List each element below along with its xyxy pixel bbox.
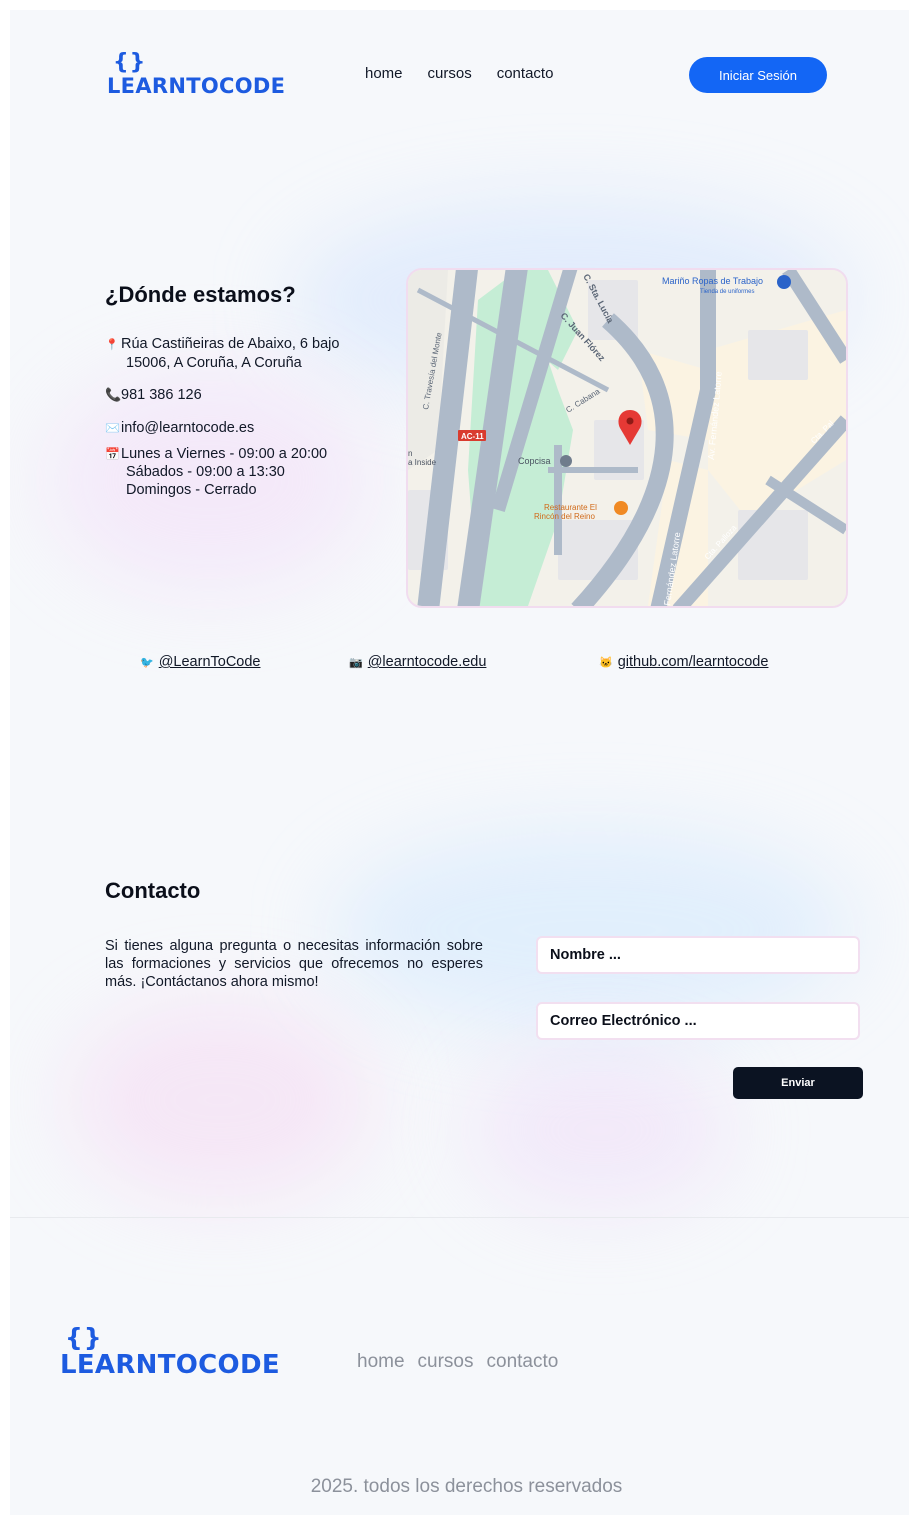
phone-icon: 📞: [105, 387, 122, 402]
pin-icon: 📍: [105, 339, 119, 351]
location-title: ¿Dónde estamos?: [105, 282, 296, 307]
name-field[interactable]: [536, 936, 860, 974]
email-field[interactable]: [536, 1002, 860, 1040]
map-canvas[interactable]: Mariño Ropas de Trabajo Tienda de unifor…: [408, 270, 846, 606]
map-label-copcisa: Copcisa: [518, 456, 551, 466]
social-twitter-label: @LearnToCode: [158, 654, 261, 670]
map-building: [748, 330, 808, 380]
hours-saturday: Sábados - 09:00 a 13:30: [126, 464, 285, 480]
send-button[interactable]: Enviar: [733, 1067, 863, 1099]
copyright-text: 2025. todos los derechos reservados: [310, 1476, 623, 1497]
map-label-inside-1: n: [408, 449, 412, 458]
logo-braces-icon: {}: [113, 50, 147, 75]
contact-title: Contacto: [105, 878, 201, 903]
nav-item-contacto[interactable]: contacto: [497, 65, 554, 82]
page: {} LEARNTOCODE home cursos contacto Inic…: [10, 10, 909, 1515]
location-pin-dot: [626, 417, 634, 425]
footer-logo[interactable]: {} LEARNTOCODE: [60, 1325, 280, 1378]
social-github-link[interactable]: 🐱 github.com/learntocode: [599, 654, 768, 670]
hours-weekdays: Lunes a Viernes - 09:00 a 20:00: [121, 446, 328, 462]
restaurant-pin-icon: [614, 501, 628, 515]
social-instagram-link[interactable]: 📷 @learntocode.edu: [349, 654, 486, 670]
main-nav: home cursos contacto: [365, 65, 553, 82]
camera-icon: 📷: [349, 657, 363, 669]
calendar-icon: 📅: [105, 447, 120, 461]
map-label-restaurant-1: Restaurante El: [544, 503, 597, 512]
hours-info: 📅Lunes a Viernes - 09:00 a 20:00 Sábados…: [105, 445, 327, 499]
address-info: 📍 Rúa Castiñeiras de Abaixo, 6 bajo 15006…: [105, 335, 339, 372]
hours-sunday: Domingos - Cerrado: [126, 482, 257, 498]
background-glow: [470, 1050, 730, 1210]
map-label-inside-2: a Inside: [408, 458, 437, 467]
footer-nav-cursos[interactable]: cursos: [418, 1351, 474, 1373]
footer-nav-home[interactable]: home: [357, 1351, 405, 1373]
address-line-2: 15006, A Coruña, A Coruña: [126, 355, 302, 371]
email-address[interactable]: info@learntocode.es: [121, 420, 254, 436]
shop-pin-icon: [777, 275, 791, 289]
footer-divider: [10, 1217, 909, 1218]
header-logo[interactable]: {} LEARNTOCODE: [107, 52, 285, 97]
map-label-shop: Mariño Ropas de Trabajo: [662, 276, 763, 286]
email-info: ✉️info@learntocode.es: [105, 419, 254, 437]
social-instagram-label: @learntocode.edu: [367, 654, 487, 670]
nav-item-home[interactable]: home: [365, 65, 403, 82]
footer-nav: home cursos contacto: [357, 1351, 558, 1373]
map-label-ac11: AC-11: [461, 432, 484, 441]
contact-description: Si tienes alguna pregunta o necesitas in…: [105, 938, 483, 990]
nav-item-cursos[interactable]: cursos: [428, 65, 472, 82]
login-button[interactable]: Iniciar Sesión: [689, 57, 827, 93]
background-glow: [70, 1000, 370, 1200]
location-map[interactable]: Mariño Ropas de Trabajo Tienda de unifor…: [406, 268, 848, 608]
footer-logo-braces-icon: {}: [65, 1323, 103, 1352]
copcisa-pin-icon: [560, 455, 572, 467]
address-line-1: Rúa Castiñeiras de Abaixo, 6 bajo: [121, 336, 340, 352]
logo-wordmark: LEARNTOCODE: [107, 74, 286, 98]
phone-info: 📞981 386 126: [105, 386, 202, 404]
cat-icon: 🐱: [599, 657, 613, 669]
map-label-restaurant-2: Rincón del Reino: [534, 512, 595, 521]
social-github-label: github.com/learntocode: [617, 654, 769, 670]
footer-nav-contacto[interactable]: contacto: [487, 1351, 559, 1373]
footer-logo-wordmark: LEARNTOCODE: [60, 1350, 280, 1380]
phone-number[interactable]: 981 386 126: [121, 387, 202, 403]
map-label-shop-sub: Tienda de uniformes: [700, 289, 754, 295]
social-twitter-link[interactable]: 🐦 @LearnToCode: [140, 654, 261, 670]
background-glow: [330, 830, 850, 1030]
bird-icon: 🐦: [140, 657, 154, 669]
envelope-icon: ✉️: [105, 421, 120, 435]
